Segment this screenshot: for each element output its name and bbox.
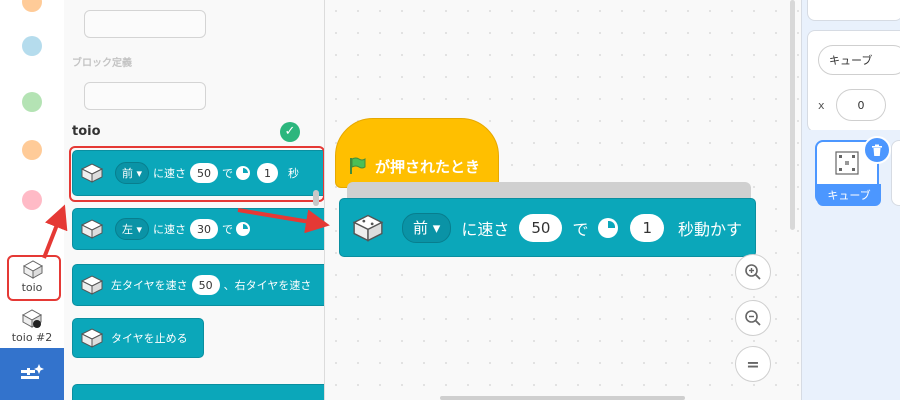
- arrow-up-to-palette: [42, 204, 68, 259]
- arrow-to-workspace: [237, 208, 330, 234]
- annotation-arrows: [42, 204, 330, 259]
